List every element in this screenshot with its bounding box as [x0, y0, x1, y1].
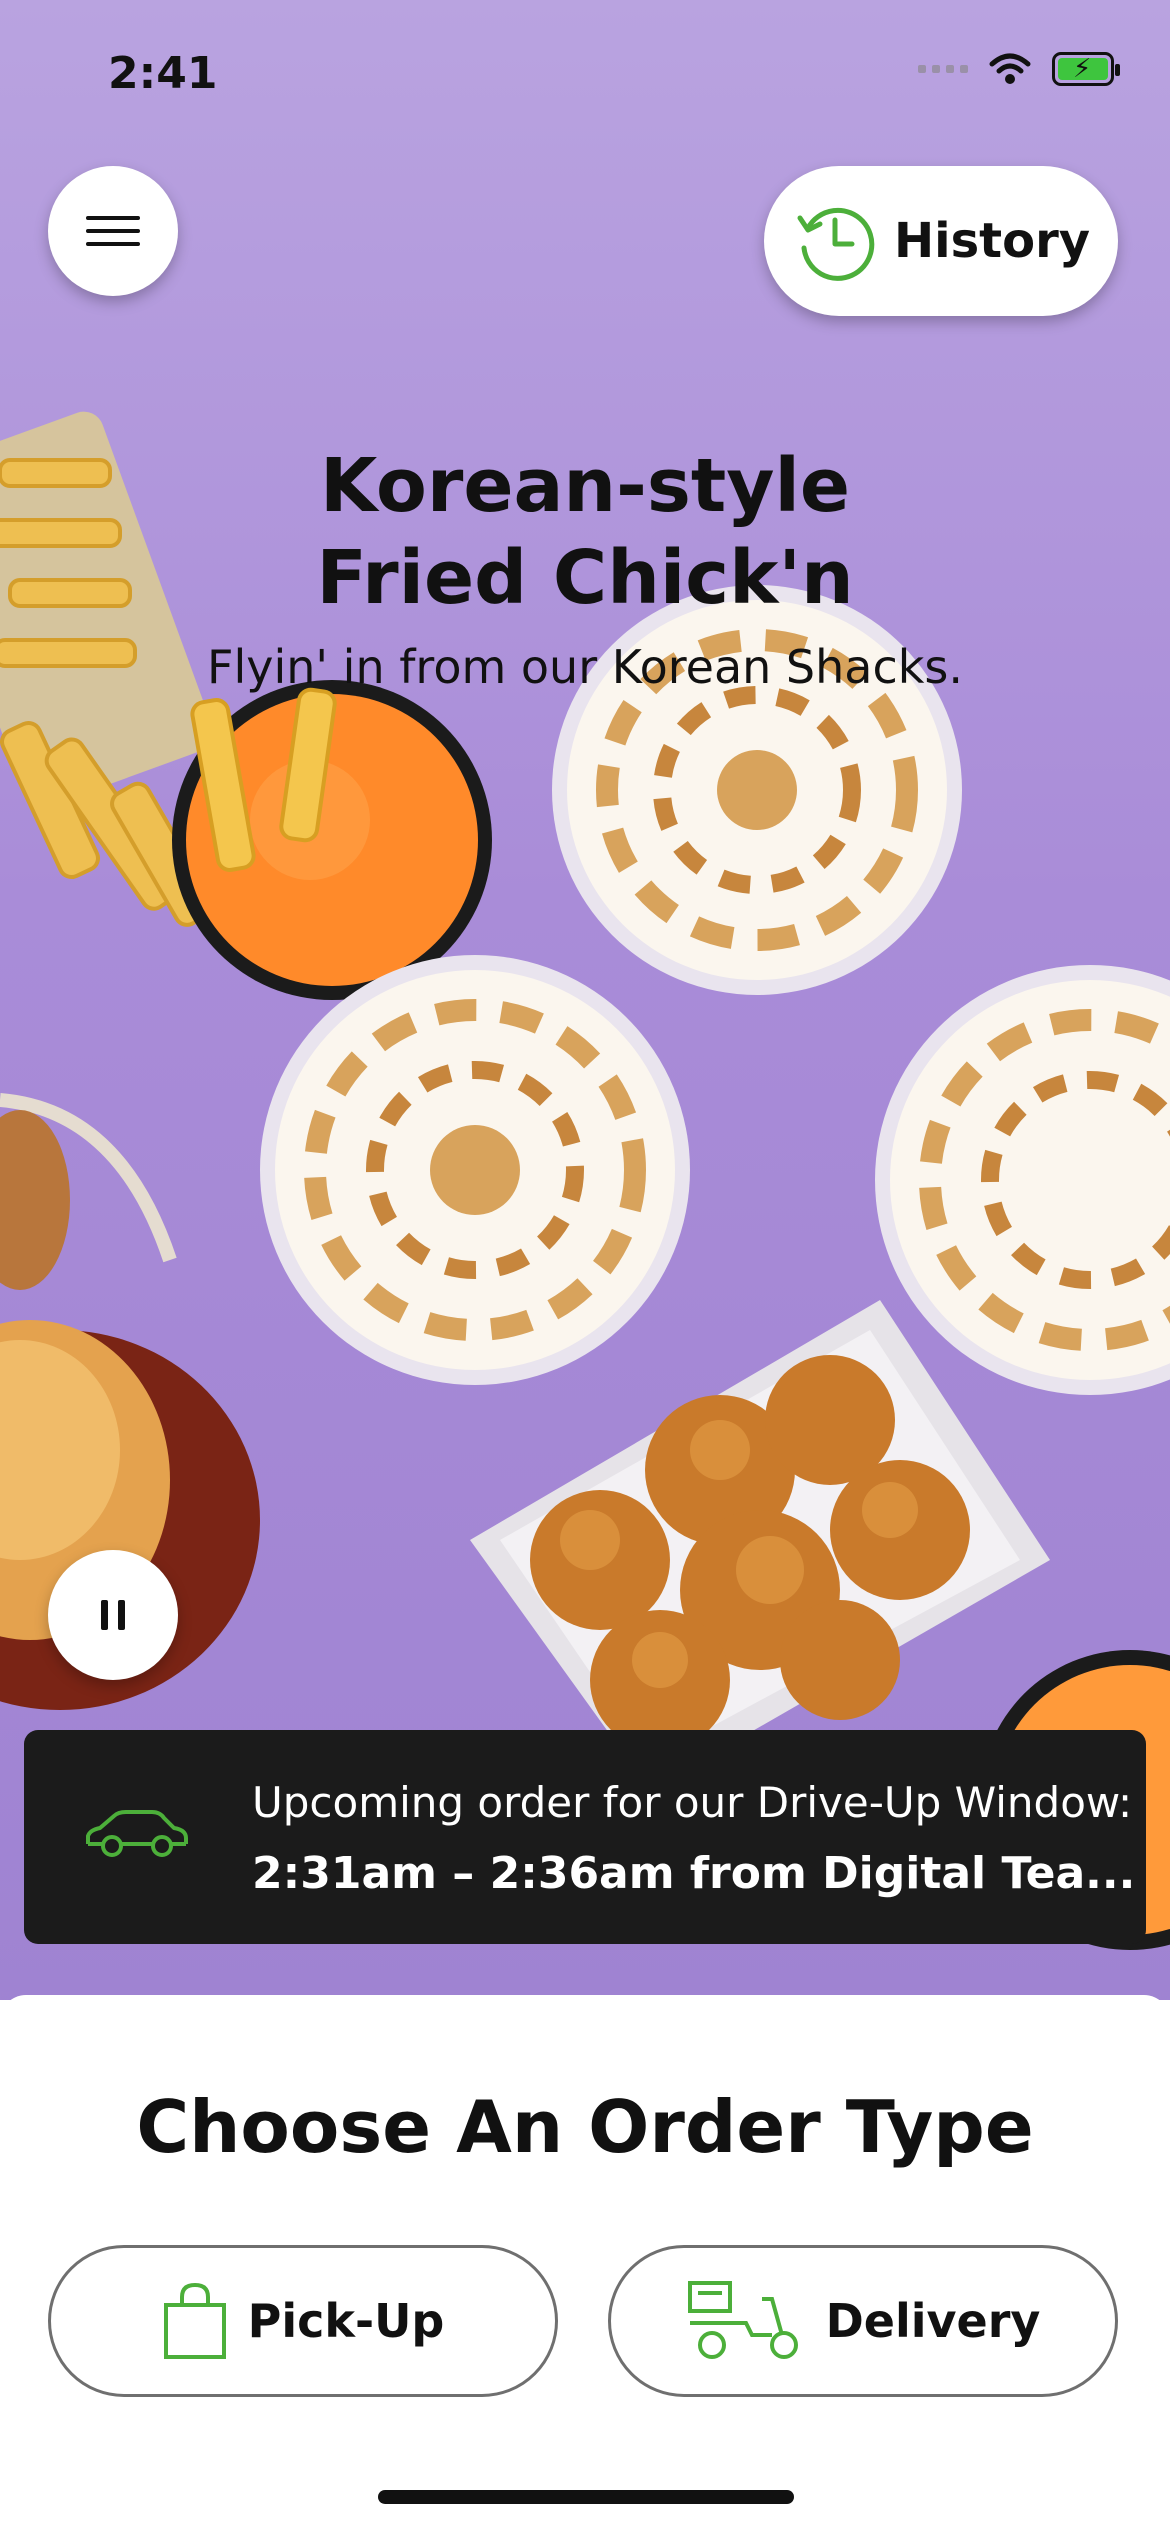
order-type-sheet: Choose An Order Type Pick-Up Delivery — [0, 1995, 1170, 2532]
history-button[interactable]: History — [764, 166, 1118, 316]
cellular-signal-icon — [918, 65, 968, 73]
history-clock-icon — [797, 207, 875, 281]
pickup-label: Pick-Up — [247, 2294, 445, 2348]
hero-subtitle: Flyin' in from our Korean Shacks. — [207, 640, 963, 694]
pause-button[interactable] — [48, 1550, 178, 1680]
delivery-label: Delivery — [825, 2294, 1041, 2348]
hero-title: Korean-style Fried Chick'n — [0, 440, 1170, 624]
status-icons: ⚡ — [918, 52, 1120, 86]
pause-icon — [101, 1600, 108, 1630]
car-icon — [86, 1810, 188, 1857]
hero-background: 2:41 ⚡ History Korean-style Fried Chick'… — [0, 0, 1170, 2000]
home-indicator[interactable] — [378, 2490, 794, 2504]
order-type-title: Choose An Order Type — [136, 2085, 1034, 2169]
history-label: History — [893, 213, 1091, 269]
banner-line2: 2:31am – 2:36am from Digital Tea... — [252, 1848, 1136, 1899]
status-time: 2:41 — [108, 48, 218, 99]
hero-title-line1: Korean-style — [319, 443, 851, 529]
hero-title-line2: Fried Chick'n — [316, 535, 854, 621]
pickup-button[interactable]: Pick-Up — [48, 2245, 558, 2397]
upcoming-order-banner[interactable]: Upcoming order for our Drive-Up Window: … — [24, 1730, 1146, 1944]
menu-button[interactable] — [48, 166, 178, 296]
shopping-bag-icon — [163, 2282, 226, 2359]
battery-icon: ⚡ — [1052, 52, 1120, 86]
delivery-scooter-icon — [687, 2281, 798, 2359]
banner-line1: Upcoming order for our Drive-Up Window: — [252, 1778, 1133, 1827]
wifi-icon — [989, 53, 1031, 84]
menu-icon — [86, 207, 140, 255]
delivery-button[interactable]: Delivery — [608, 2245, 1118, 2397]
